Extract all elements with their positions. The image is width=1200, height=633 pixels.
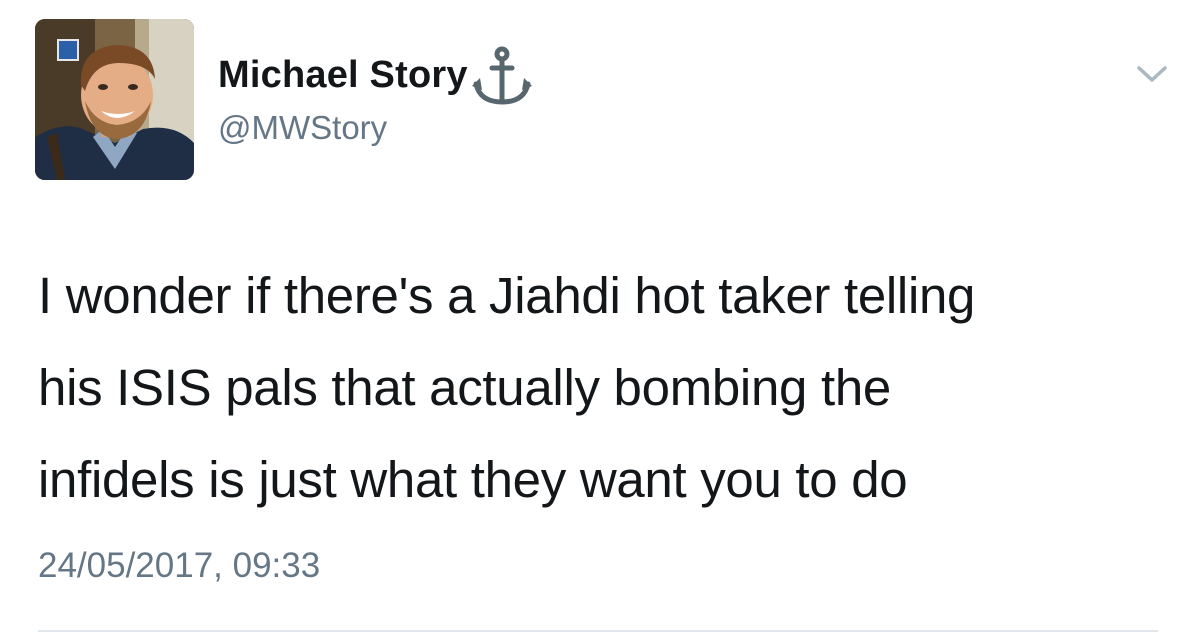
chevron-down-icon[interactable] (1136, 64, 1168, 84)
avatar-photo (35, 19, 194, 180)
tweet-card: Michael Story @MWStory I wonder if there… (0, 0, 1200, 633)
author-handle[interactable]: @MWStory (218, 106, 387, 150)
tweet-text-line: I wonder if there's a Jiahdi hot taker t… (38, 267, 976, 324)
tweet-text: I wonder if there's a Jiahdi hot taker t… (38, 250, 1178, 526)
anchor-icon (470, 44, 534, 108)
author-display-name[interactable]: Michael Story (218, 50, 468, 100)
avatar[interactable] (35, 19, 194, 180)
tweet-text-line: his ISIS pals that actually bombing the (38, 359, 891, 416)
author-name-row[interactable]: Michael Story (218, 46, 534, 105)
tweet-text-line: infidels is just what they want you to d… (38, 451, 908, 508)
tweet-timestamp[interactable]: 24/05/2017, 09:33 (38, 541, 320, 591)
divider (38, 630, 1158, 632)
